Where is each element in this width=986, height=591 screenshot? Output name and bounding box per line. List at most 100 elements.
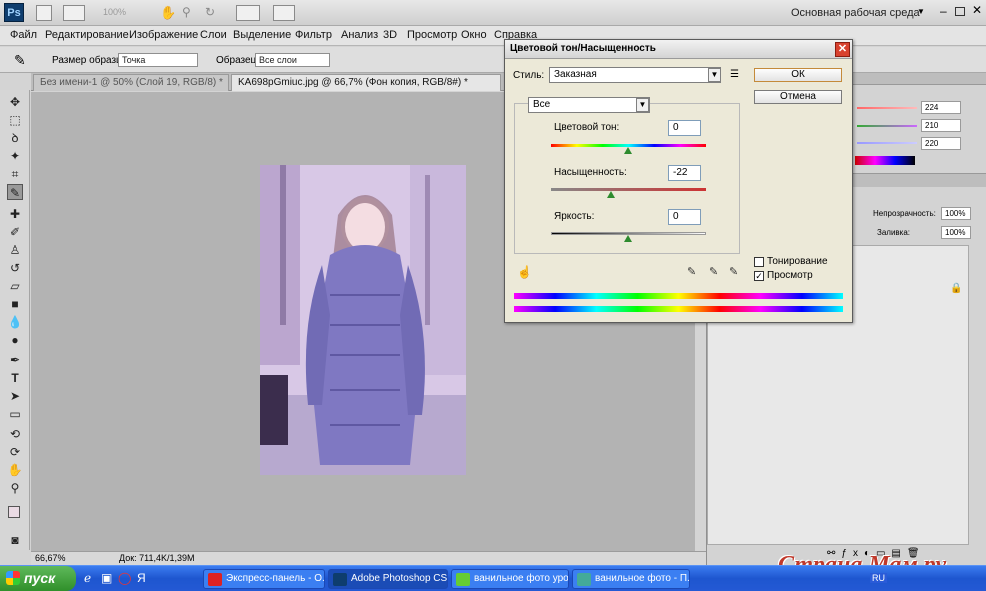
gradient-tool-icon[interactable]: ■ [7,296,23,312]
sample-size-select[interactable]: Точка [118,53,198,67]
screen-mode-icon[interactable] [273,5,295,21]
path-selection-tool-icon[interactable]: ➤ [7,388,23,404]
ok-button[interactable]: ОК [754,68,842,82]
saturation-slider-thumb[interactable] [607,191,615,198]
color-slider-g[interactable] [857,125,917,127]
brush-tool-icon[interactable]: ✐ [7,224,23,240]
rotate-view-icon[interactable]: ↻ [205,5,215,19]
cancel-button[interactable]: Отмена [754,90,842,104]
opacity-input[interactable]: 100% [941,207,971,220]
colorize-checkbox[interactable] [754,257,764,267]
targeted-adjustment-hand-icon[interactable]: ☝ [517,265,532,279]
menu-edit[interactable]: Редактирование [45,29,129,41]
hue-slider-thumb[interactable] [624,147,632,154]
preview-label: Просмотр [767,270,813,281]
dialog-close-icon[interactable]: ✕ [835,42,850,57]
marquee-tool-icon[interactable]: ⬚ [7,112,23,128]
hand-tool-icon[interactable]: ✋ [160,5,176,21]
quick-mask-icon[interactable]: ◙ [7,532,23,548]
show-desktop-icon[interactable]: ▣ [101,571,112,585]
preset-options-icon[interactable]: ☰ [730,69,739,80]
type-tool-icon[interactable]: T [7,370,23,386]
eyedropper-icon[interactable]: ✎ [687,266,699,278]
menu-filter[interactable]: Фильтр [295,29,332,41]
color-spectrum-bar[interactable] [855,156,915,165]
minimize-icon[interactable]: – [940,4,947,18]
subtract-from-sample-eyedropper-icon[interactable]: ✎ [729,266,741,278]
document-photo[interactable] [260,165,466,475]
add-to-sample-eyedropper-icon[interactable]: ✎ [709,266,721,278]
zoom-tool-icon[interactable]: ⚲ [7,480,23,496]
preview-checkbox[interactable]: ✓ [754,271,764,281]
pen-tool-icon[interactable]: ✒ [7,352,23,368]
windows-taskbar: ℯ ▣ ◯ Я Экспресс-панель - О... Adobe Pho… [0,565,986,591]
tab-active-document[interactable]: KA698pGmiuc.jpg @ 66,7% (Фон копия, RGB/… [231,74,501,91]
move-tool-icon[interactable]: ✥ [7,94,23,110]
close-icon[interactable]: ✕ [972,3,982,17]
style-chevron-down-icon[interactable]: ▼ [708,68,721,82]
menu-3d[interactable]: 3D [383,29,397,41]
channel-chevron-down-icon[interactable]: ▼ [636,98,649,112]
quick-selection-tool-icon[interactable]: ✦ [7,148,23,164]
color-value-g[interactable]: 210 [921,119,961,132]
color-value-b[interactable]: 220 [921,137,961,150]
ie-icon[interactable]: ℯ [84,571,91,585]
style-select[interactable]: Заказная [549,67,721,83]
healing-brush-tool-icon[interactable]: ✚ [7,206,23,222]
menu-analysis[interactable]: Анализ [341,29,378,41]
lightness-input[interactable]: 0 [668,209,701,225]
3d-rotate-tool-icon[interactable]: ⟲ [7,426,23,442]
menu-image[interactable]: Изображение [129,29,198,41]
task-image-viewer[interactable]: ванильное фото - П... [572,569,690,589]
hue-label: Цветовой тон: [554,122,620,133]
status-zoom[interactable]: 66,67% [35,553,66,563]
task-photoshop[interactable]: Adobe Photoshop CS... [328,569,448,589]
color-slider-b[interactable] [857,142,917,144]
bridge-icon[interactable] [36,5,52,21]
clone-stamp-tool-icon[interactable]: ♙ [7,242,23,258]
zoom-tool-icon[interactable]: ⚲ [182,5,191,19]
hand-tool-icon[interactable]: ✋ [7,462,23,478]
yandex-icon[interactable]: Я [137,571,146,585]
menu-window[interactable]: Окно [461,29,487,41]
arrange-documents-icon[interactable] [236,5,260,21]
workspace-switcher[interactable]: Основная рабочая среда [791,7,920,19]
3d-orbit-tool-icon[interactable]: ⟳ [7,444,23,460]
eyedropper-tool-icon[interactable]: ✎ [7,184,23,200]
task-label: ванильное фото урок [474,573,569,584]
blur-tool-icon[interactable]: 💧 [7,314,23,330]
status-bar: 66,67% Док: 711,4K/1,39M [31,551,706,565]
opera-icon[interactable]: ◯ [118,571,131,585]
task-opera[interactable]: Экспресс-панель - О... [203,569,325,589]
foreground-color-swatch[interactable] [8,506,20,518]
saturation-slider-track[interactable] [551,188,706,191]
fill-input[interactable]: 100% [941,226,971,239]
color-value-r[interactable]: 224 [921,101,961,114]
opera-task-icon [208,573,222,586]
color-slider-r[interactable] [857,107,917,109]
lasso-tool-icon[interactable]: ꝺ [7,130,23,146]
shape-tool-icon[interactable]: ▭ [7,406,23,422]
maximize-icon[interactable] [955,7,965,16]
menu-view[interactable]: Просмотр [407,29,457,41]
eraser-tool-icon[interactable]: ▱ [7,278,23,294]
zoom-level[interactable]: 100% [103,7,126,17]
workspace-chevron-down-icon[interactable]: ▼ [917,7,925,16]
eyedropper-preset-icon[interactable]: ✎ [14,52,26,69]
menu-layers[interactable]: Слои [200,29,227,41]
hue-input[interactable]: 0 [668,120,701,136]
menu-select[interactable]: Выделение [233,29,291,41]
sample-layers-select[interactable]: Все слои [255,53,330,67]
language-indicator[interactable]: RU [870,573,887,583]
crop-tool-icon[interactable]: ⌗ [7,166,23,182]
view-extras-icon[interactable] [63,5,85,21]
tab-untitled[interactable]: Без имени-1 @ 50% (Слой 19, RGB/8) * [33,74,229,91]
task-folder[interactable]: ванильное фото урок [451,569,569,589]
history-brush-tool-icon[interactable]: ↺ [7,260,23,276]
channel-select[interactable]: Все [528,97,650,113]
input-color-bar [514,293,843,299]
saturation-input[interactable]: -22 [668,165,701,181]
lightness-slider-thumb[interactable] [624,235,632,242]
dodge-tool-icon[interactable]: ● [7,332,23,348]
menu-file[interactable]: Файл [10,29,37,41]
